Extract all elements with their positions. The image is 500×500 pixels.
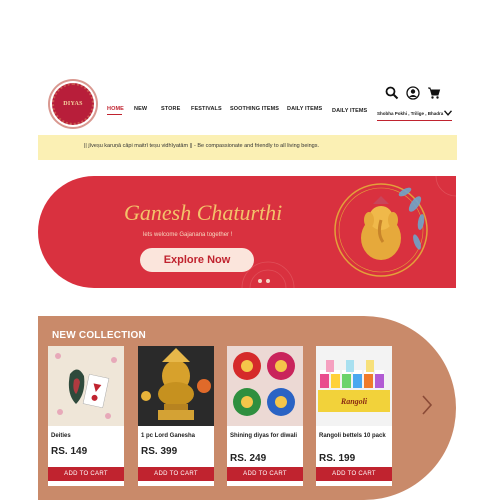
add-to-cart-button[interactable]: ADD TO CART — [227, 467, 303, 481]
brand-logo-text: DIYAS — [63, 101, 83, 107]
hero-title: Ganesh Chaturthi — [124, 200, 283, 225]
product-image[interactable] — [138, 346, 214, 426]
hero-subtitle: lets welcome Gajanana together ! — [143, 232, 233, 238]
brand-logo[interactable]: DIYAS — [52, 83, 94, 125]
product-name: Shining diyas for diwali — [230, 433, 298, 439]
nav-store[interactable]: STORE — [161, 106, 180, 112]
nav-daily-items-2[interactable]: DAILY ITEMS — [332, 108, 367, 114]
add-to-cart-button[interactable]: ADD TO CART — [48, 467, 124, 481]
product-price: RS. 399 — [141, 446, 178, 457]
product-image[interactable]: Rangoli — [316, 346, 392, 426]
nav-home[interactable]: HOME — [107, 106, 124, 112]
location-underline — [377, 120, 452, 121]
product-name: Deities — [51, 433, 71, 439]
nav-daily-items[interactable]: DAILY ITEMS — [287, 106, 322, 112]
product-card[interactable]: Rangoli Rangoli bettels 10 pack RS. 199 … — [316, 346, 392, 486]
product-image[interactable] — [48, 346, 124, 426]
new-collection-title: NEW COLLECTION — [52, 330, 146, 341]
explore-now-button[interactable]: Explore Now — [140, 248, 254, 272]
carousel-dot-2[interactable] — [266, 279, 270, 283]
nav-active-underline — [107, 114, 122, 115]
add-to-cart-button[interactable]: ADD TO CART — [138, 467, 214, 481]
chevron-down-icon[interactable] — [444, 110, 452, 116]
product-price: RS. 249 — [230, 453, 267, 464]
product-card[interactable]: 1 pc Lord Ganesha RS. 399 ADD TO CART — [138, 346, 214, 486]
product-name: 1 pc Lord Ganesha — [141, 433, 196, 439]
quote-text: || jīveṣu karuṇā cāpi maitrī teṣu vidhīy… — [84, 143, 319, 149]
product-card[interactable]: Deities RS. 149 ADD TO CART — [48, 346, 124, 486]
rangoli-box-label: Rangoli — [340, 396, 368, 406]
product-price: RS. 199 — [319, 453, 356, 464]
product-price: RS. 149 — [51, 446, 88, 457]
product-name: Rangoli bettels 10 pack — [319, 433, 386, 439]
nav-festivals[interactable]: FESTIVALS — [191, 106, 222, 112]
nav-soothing-items[interactable]: SOOTHING ITEMS — [230, 106, 279, 112]
product-image[interactable] — [227, 346, 303, 426]
user-icon[interactable] — [406, 86, 420, 100]
cart-icon[interactable] — [427, 86, 441, 100]
product-card[interactable]: Shining diyas for diwali RS. 249 ADD TO … — [227, 346, 303, 486]
location-selector[interactable]: Shobha Pokhi , Trilige , Bhadra — [377, 111, 443, 116]
carousel-dot-1[interactable] — [258, 279, 262, 283]
ganesha-illustration — [334, 183, 428, 277]
chevron-right-icon[interactable] — [421, 394, 433, 416]
search-icon[interactable] — [385, 86, 399, 100]
nav-new[interactable]: NEW — [134, 106, 147, 112]
add-to-cart-button[interactable]: ADD TO CART — [316, 467, 392, 481]
